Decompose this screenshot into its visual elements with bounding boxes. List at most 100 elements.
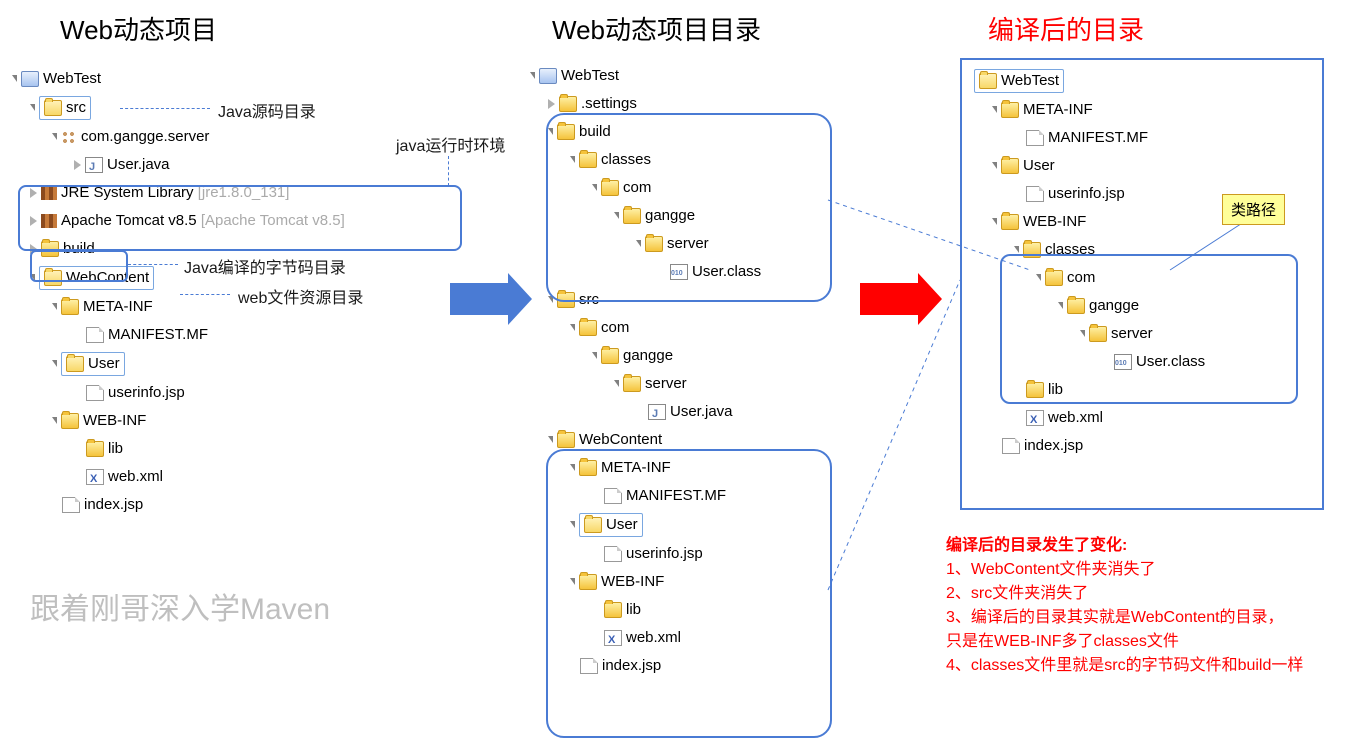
node-userjava[interactable]: User.java [12, 151, 345, 179]
node-webxml[interactable]: web.xml [530, 624, 761, 652]
class-icon [1114, 354, 1132, 370]
folder-icon [579, 320, 597, 336]
node-settings[interactable]: .settings [530, 90, 761, 118]
node-gangge2[interactable]: gangge [530, 342, 761, 370]
node-label: com [623, 179, 651, 196]
folder-icon [44, 270, 62, 286]
node-index[interactable]: index.jsp [974, 432, 1205, 460]
node-lib[interactable]: lib [530, 596, 761, 624]
folder-icon [1089, 326, 1107, 342]
node-user[interactable]: User [530, 510, 761, 540]
folder-icon [61, 413, 79, 429]
node-user[interactable]: User [974, 152, 1205, 180]
node-metainf[interactable]: META-INF [974, 96, 1205, 124]
node-label: META-INF [601, 459, 671, 476]
node-lib[interactable]: lib [974, 376, 1205, 404]
node-server[interactable]: server [530, 230, 761, 258]
node-src[interactable]: src [530, 286, 761, 314]
tree-right: WebTest META-INF MANIFEST.MF User userin… [974, 66, 1205, 460]
node-manifest[interactable]: MANIFEST.MF [974, 124, 1205, 152]
node-label: User [606, 516, 638, 533]
node-project[interactable]: WebTest [12, 65, 345, 93]
node-version: [jre1.8.0_131] [198, 184, 290, 201]
node-classes[interactable]: classes [530, 146, 761, 174]
node-jre[interactable]: JRE System Library [jre1.8.0_131] [12, 179, 345, 207]
file-icon [62, 497, 80, 513]
folder-icon [601, 348, 619, 364]
node-label: User.java [670, 403, 733, 420]
node-index[interactable]: index.jsp [12, 491, 345, 519]
node-label: src [579, 291, 599, 308]
node-user[interactable]: User [12, 349, 345, 379]
annot-build: Java编译的字节码目录 [184, 254, 346, 278]
node-package[interactable]: com.gangge.server [12, 123, 345, 151]
red-notes: 编译后的目录发生了变化: 1、WebContent文件夹消失了 2、src文件夹… [946, 534, 1303, 678]
node-userjava[interactable]: User.java [530, 398, 761, 426]
node-gangge[interactable]: gangge [974, 292, 1205, 320]
node-userclass[interactable]: User.class [974, 348, 1205, 376]
file-icon [1002, 438, 1020, 454]
node-webinf[interactable]: WEB-INF [974, 208, 1205, 236]
node-lib[interactable]: lib [12, 435, 345, 463]
node-label: com.gangge.server [81, 128, 209, 145]
node-manifest[interactable]: MANIFEST.MF [12, 321, 345, 349]
node-userinfo[interactable]: userinfo.jsp [12, 379, 345, 407]
node-label: userinfo.jsp [626, 545, 703, 562]
node-webinf[interactable]: WEB-INF [530, 568, 761, 596]
node-classes[interactable]: classes [974, 236, 1205, 264]
folder-icon [1001, 102, 1019, 118]
annot-line-src [120, 108, 210, 109]
node-gangge[interactable]: gangge [530, 202, 761, 230]
classpath-label: 类路径 [1222, 194, 1285, 225]
node-label: web.xml [1048, 409, 1103, 426]
node-metainf[interactable]: META-INF [530, 454, 761, 482]
library-icon [41, 186, 57, 200]
notes-line: 4、classes文件里就是src的字节码文件和build一样 [946, 654, 1303, 678]
notes-line: 2、src文件夹消失了 [946, 582, 1303, 606]
node-webxml[interactable]: web.xml [12, 463, 345, 491]
title-left: Web动态项目 [60, 10, 217, 47]
file-icon [1026, 186, 1044, 202]
annot-line-build [128, 264, 178, 265]
node-label: WebTest [1001, 72, 1059, 89]
node-webcontent[interactable]: WebContent [530, 426, 761, 454]
node-label: User.class [1136, 353, 1205, 370]
java-icon [85, 157, 103, 173]
node-server2[interactable]: server [530, 370, 761, 398]
node-project[interactable]: WebTest [530, 62, 761, 90]
file-icon [86, 385, 104, 401]
node-label: User.java [107, 156, 170, 173]
node-label: index.jsp [602, 657, 661, 674]
annot-line-runtime [448, 156, 449, 186]
node-manifest[interactable]: MANIFEST.MF [530, 482, 761, 510]
node-tomcat[interactable]: Apache Tomcat v8.5 [Apache Tomcat v8.5] [12, 207, 345, 235]
node-userclass[interactable]: User.class [530, 258, 761, 286]
node-userinfo[interactable]: userinfo.jsp [530, 540, 761, 568]
node-webxml[interactable]: web.xml [974, 404, 1205, 432]
node-userinfo[interactable]: userinfo.jsp [974, 180, 1205, 208]
folder-icon [623, 376, 641, 392]
class-icon [670, 264, 688, 280]
node-label: WEB-INF [601, 573, 664, 590]
node-label: com [1067, 269, 1095, 286]
file-icon [580, 658, 598, 674]
node-label: userinfo.jsp [1048, 185, 1125, 202]
title-mid: Web动态项目目录 [552, 10, 761, 47]
node-com[interactable]: com [530, 174, 761, 202]
node-project[interactable]: WebTest [974, 66, 1205, 96]
annot-line-web [180, 294, 230, 295]
notes-line: 只是在WEB-INF多了classes文件 [946, 630, 1303, 654]
node-version: [Apache Tomcat v8.5] [201, 212, 345, 229]
node-com2[interactable]: com [530, 314, 761, 342]
node-label: gangge [623, 347, 673, 364]
node-server[interactable]: server [974, 320, 1205, 348]
tree-mid: WebTest .settings build classes com gang… [530, 62, 761, 680]
node-index[interactable]: index.jsp [530, 652, 761, 680]
node-com[interactable]: com [974, 264, 1205, 292]
node-label: META-INF [83, 298, 153, 315]
xml-icon [1026, 410, 1044, 426]
node-webinf[interactable]: WEB-INF [12, 407, 345, 435]
node-label: WEB-INF [1023, 213, 1086, 230]
node-build[interactable]: build [530, 118, 761, 146]
node-label: build [63, 240, 95, 257]
